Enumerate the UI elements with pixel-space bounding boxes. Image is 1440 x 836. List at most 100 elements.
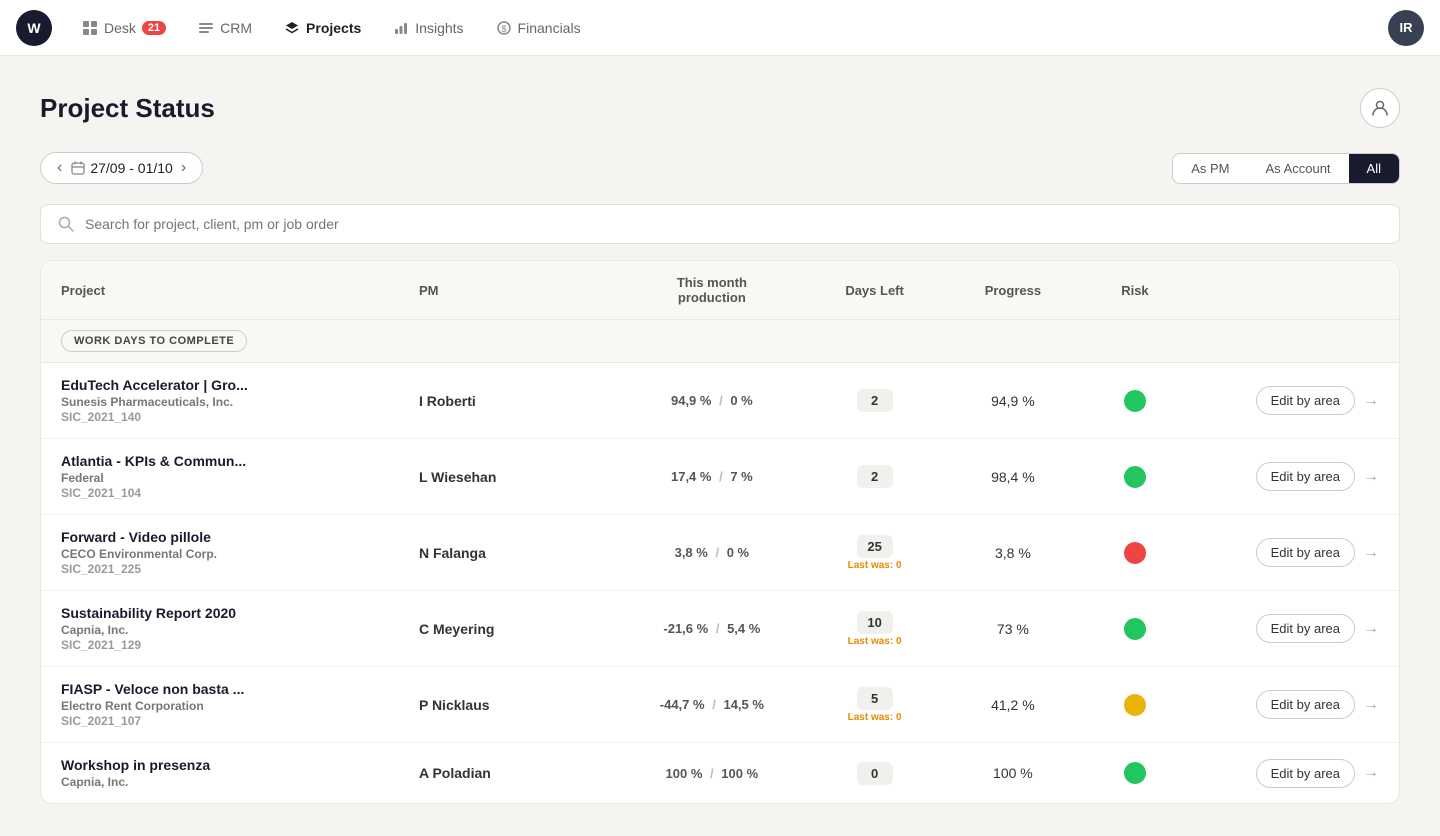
calendar-icon bbox=[70, 160, 86, 176]
row-arrow-row4[interactable]: → bbox=[1363, 620, 1379, 638]
production-cell-row3: 3,8 % / 0 % bbox=[614, 545, 809, 560]
production-cell-row6: 100 % / 100 % bbox=[614, 766, 809, 781]
project-info-row4: Sustainability Report 2020 Capnia, Inc. … bbox=[61, 605, 419, 652]
progress-cell-row1: 94,9 % bbox=[940, 393, 1086, 409]
user-avatar[interactable]: IR bbox=[1388, 10, 1424, 46]
edit-by-area-button-row1[interactable]: Edit by area bbox=[1256, 386, 1355, 415]
nav-items: Desk 21 CRM Projects Insights $ Financia… bbox=[68, 14, 1380, 42]
production-b-row4: 5,4 % bbox=[727, 621, 760, 636]
risk-dot-row2 bbox=[1124, 466, 1146, 488]
row-arrow-row2[interactable]: → bbox=[1363, 468, 1379, 486]
progress-cell-row3: 3,8 % bbox=[940, 545, 1086, 561]
col-header-project: Project bbox=[61, 283, 419, 298]
pm-cell-row4: C Meyering bbox=[419, 621, 614, 637]
crm-icon bbox=[198, 20, 214, 36]
production-a-row6: 100 % bbox=[666, 766, 703, 781]
days-badge-row5: 5 bbox=[857, 687, 893, 710]
toggle-as-pm[interactable]: As PM bbox=[1173, 154, 1247, 183]
bar-chart-icon bbox=[393, 20, 409, 36]
production-cell-row5: -44,7 % / 14,5 % bbox=[614, 697, 809, 712]
nav-item-projects[interactable]: Projects bbox=[270, 14, 375, 42]
risk-dot-row5 bbox=[1124, 694, 1146, 716]
project-name-row6: Workshop in presenza bbox=[61, 757, 301, 773]
edit-by-area-button-row5[interactable]: Edit by area bbox=[1256, 690, 1355, 719]
grid-icon bbox=[82, 20, 98, 36]
nav-item-insights[interactable]: Insights bbox=[379, 14, 477, 42]
logo-text: W bbox=[27, 20, 40, 36]
risk-cell-row1 bbox=[1086, 390, 1184, 412]
progress-cell-row4: 73 % bbox=[940, 621, 1086, 637]
search-icon bbox=[57, 215, 75, 233]
project-info-row1: EduTech Accelerator | Gro... Sunesis Pha… bbox=[61, 377, 419, 424]
edit-by-area-button-row6[interactable]: Edit by area bbox=[1256, 759, 1355, 788]
row-arrow-row6[interactable]: → bbox=[1363, 764, 1379, 782]
production-b-row1: 0 % bbox=[730, 393, 752, 408]
dollar-icon: $ bbox=[496, 20, 512, 36]
nav-label-projects: Projects bbox=[306, 20, 361, 36]
toggle-all[interactable]: All bbox=[1349, 154, 1399, 183]
row-arrow-row5[interactable]: → bbox=[1363, 696, 1379, 714]
actions-cell-row2: Edit by area → bbox=[1184, 462, 1379, 491]
project-name-row2: Atlantia - KPIs & Commun... bbox=[61, 453, 301, 469]
edit-by-area-button-row2[interactable]: Edit by area bbox=[1256, 462, 1355, 491]
pm-cell-row1: I Roberti bbox=[419, 393, 614, 409]
project-info-row6: Workshop in presenza Capnia, Inc. bbox=[61, 757, 419, 789]
risk-dot-row1 bbox=[1124, 390, 1146, 412]
project-table: Project PM This monthproduction Days Lef… bbox=[40, 260, 1400, 804]
days-cell-row3: 25 Last was: 0 bbox=[810, 535, 940, 571]
person-icon-button[interactable] bbox=[1360, 88, 1400, 128]
col-header-production: This monthproduction bbox=[614, 275, 809, 305]
date-next-button[interactable]: › bbox=[177, 159, 190, 177]
pm-cell-row6: A Poladian bbox=[419, 765, 614, 781]
project-client-row6: Capnia, Inc. bbox=[61, 775, 419, 789]
prod-slash-row2: / bbox=[719, 469, 723, 484]
days-badge-row3: 25 bbox=[857, 535, 893, 558]
user-initials: IR bbox=[1400, 20, 1413, 35]
nav-label-financials: Financials bbox=[518, 20, 581, 36]
project-client-row5: Electro Rent Corporation bbox=[61, 699, 419, 713]
row-arrow-row1[interactable]: → bbox=[1363, 392, 1379, 410]
controls-row: ‹ 27/09 - 01/10 › As PM As Account All bbox=[40, 152, 1400, 184]
nav-item-desk[interactable]: Desk 21 bbox=[68, 14, 180, 42]
nav-item-crm[interactable]: CRM bbox=[184, 14, 266, 42]
risk-dot-row6 bbox=[1124, 762, 1146, 784]
progress-cell-row5: 41,2 % bbox=[940, 697, 1086, 713]
production-b-row6: 100 % bbox=[721, 766, 758, 781]
date-range-label: 27/09 - 01/10 bbox=[90, 160, 173, 176]
project-name-row3: Forward - Video pillole bbox=[61, 529, 301, 545]
search-input[interactable] bbox=[85, 216, 1383, 232]
logo-button[interactable]: W bbox=[16, 10, 52, 46]
edit-by-area-button-row3[interactable]: Edit by area bbox=[1256, 538, 1355, 567]
project-client-row4: Capnia, Inc. bbox=[61, 623, 419, 637]
date-navigator[interactable]: ‹ 27/09 - 01/10 › bbox=[40, 152, 203, 184]
nav-label-crm: CRM bbox=[220, 20, 252, 36]
risk-cell-row2 bbox=[1086, 466, 1184, 488]
row-arrow-row3[interactable]: → bbox=[1363, 544, 1379, 562]
col-header-risk: Risk bbox=[1086, 283, 1184, 298]
actions-cell-row5: Edit by area → bbox=[1184, 690, 1379, 719]
table-row: Forward - Video pillole CECO Environment… bbox=[41, 515, 1399, 591]
days-badge-row2: 2 bbox=[857, 465, 893, 488]
page-title: Project Status bbox=[40, 93, 215, 124]
edit-by-area-button-row4[interactable]: Edit by area bbox=[1256, 614, 1355, 643]
nav-item-financials[interactable]: $ Financials bbox=[482, 14, 595, 42]
svg-text:$: $ bbox=[501, 24, 506, 34]
days-badge-row6: 0 bbox=[857, 762, 893, 785]
production-a-row3: 3,8 % bbox=[675, 545, 708, 560]
prod-slash-row6: / bbox=[710, 766, 714, 781]
project-code-row2: SIC_2021_104 bbox=[61, 486, 419, 500]
toggle-as-account[interactable]: As Account bbox=[1248, 154, 1349, 183]
topnav: W Desk 21 CRM Projects Insights $ Financ… bbox=[0, 0, 1440, 56]
project-name-row1: EduTech Accelerator | Gro... bbox=[61, 377, 301, 393]
days-cell-row2: 2 bbox=[810, 465, 940, 488]
prod-slash-row1: / bbox=[719, 393, 723, 408]
col-header-days: Days Left bbox=[810, 283, 940, 298]
project-client-row1: Sunesis Pharmaceuticals, Inc. bbox=[61, 395, 419, 409]
pm-cell-row3: N Falanga bbox=[419, 545, 614, 561]
table-row: FIASP - Veloce non basta ... Electro Ren… bbox=[41, 667, 1399, 743]
project-code-row1: SIC_2021_140 bbox=[61, 410, 419, 424]
risk-dot-row4 bbox=[1124, 618, 1146, 640]
project-name-row5: FIASP - Veloce non basta ... bbox=[61, 681, 301, 697]
date-prev-button[interactable]: ‹ bbox=[53, 159, 66, 177]
days-badge-row1: 2 bbox=[857, 389, 893, 412]
